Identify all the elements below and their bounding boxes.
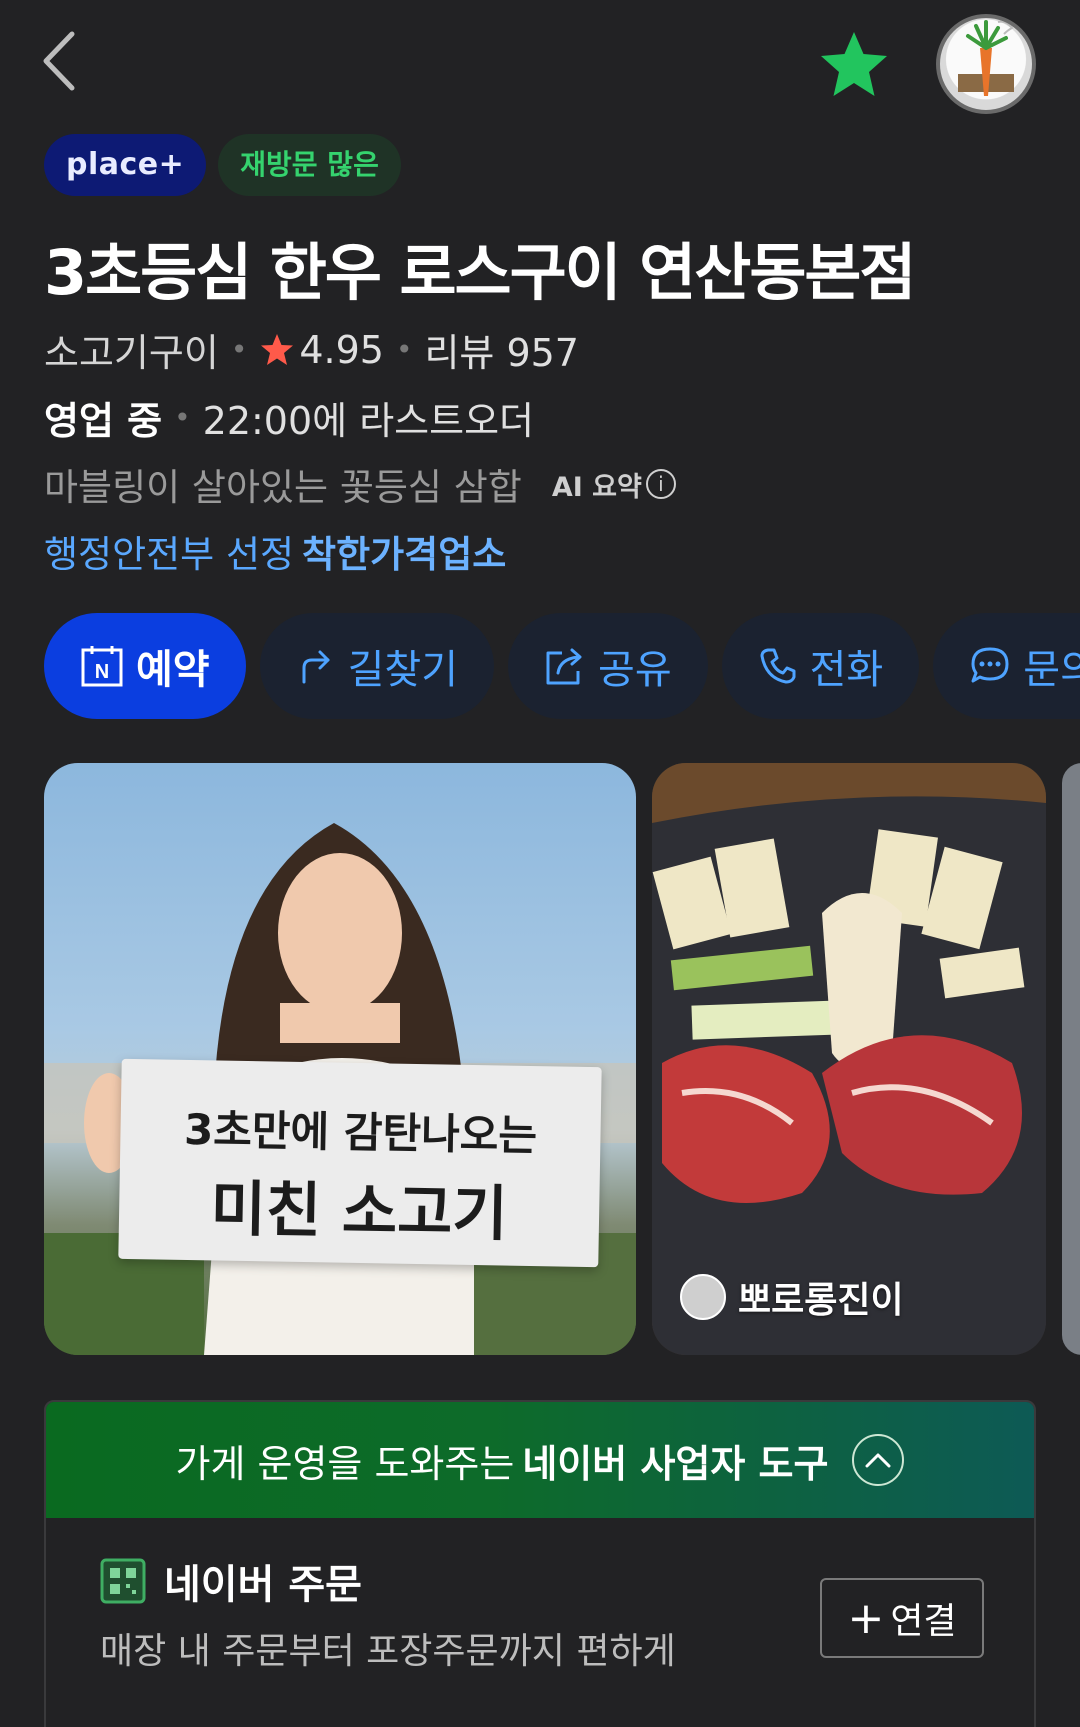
photo-food[interactable]: 뽀로롱진이 bbox=[652, 763, 1046, 1355]
profile-avatar[interactable] bbox=[936, 14, 1036, 114]
phone-label: 전화 bbox=[809, 647, 884, 693]
gov-certified-line[interactable]: 행정안전부 선정 착한가격업소 bbox=[44, 524, 506, 578]
last-order-time: 22:00에 라스트오더 bbox=[202, 399, 534, 443]
review-count-link[interactable]: 리뷰 957 bbox=[424, 322, 579, 377]
save-favorite-button[interactable] bbox=[814, 26, 894, 102]
separator-dot: • bbox=[174, 401, 191, 434]
directions-label: 길찾기 bbox=[347, 647, 459, 693]
open-status: 영업 중 bbox=[44, 399, 163, 443]
rating-value: 4.95 bbox=[299, 327, 384, 372]
category-label: 소고기구이 bbox=[44, 331, 219, 375]
chat-icon bbox=[971, 647, 1009, 683]
plus-icon: + bbox=[847, 1592, 885, 1644]
inquiry-label: 문의 bbox=[1023, 647, 1080, 693]
phone-button[interactable]: 전화 bbox=[721, 613, 920, 719]
gov-certified-prefix: 행정안전부 선정 bbox=[44, 533, 295, 576]
revisit-badge: 재방문 많은 bbox=[218, 134, 401, 196]
uploader-avatar bbox=[680, 1274, 726, 1320]
business-tools-header[interactable]: 가게 운영을 도와주는 네이버 사업자 도구 bbox=[46, 1402, 1034, 1518]
top-bar bbox=[0, 0, 1080, 125]
photo-uploader: 뽀로롱진이 bbox=[680, 1271, 904, 1323]
badge-row: place+ 재방문 많은 bbox=[44, 134, 401, 196]
place-name: 3초등심 한우 로스구이 연산동본점 bbox=[44, 236, 916, 309]
sign-line-1: 3초만에 감탄나오는 bbox=[183, 1104, 538, 1161]
info-icon[interactable]: i bbox=[645, 469, 676, 499]
naver-order-description: 매장 내 주문부터 포장주문까지 편하게 bbox=[100, 1631, 676, 1672]
business-tools-header-prefix: 가게 운영을 도와주는 bbox=[175, 1441, 515, 1486]
chevron-left-icon bbox=[43, 31, 75, 91]
inquiry-button[interactable]: 문의 bbox=[933, 613, 1080, 719]
share-label: 공유 bbox=[598, 647, 672, 693]
naver-booking-icon: N bbox=[81, 646, 123, 687]
back-button[interactable] bbox=[38, 26, 88, 96]
category-rating-line: 소고기구이 • 4.95 • 리뷰 957 bbox=[44, 322, 579, 377]
phone-icon bbox=[760, 648, 796, 684]
promo-sign: 3초만에 감탄나오는 미친 소고기 bbox=[118, 1058, 602, 1268]
connect-label: 연결 bbox=[890, 1601, 957, 1642]
reserve-button[interactable]: N 예약 bbox=[44, 613, 246, 719]
share-button[interactable]: 공유 bbox=[508, 613, 708, 719]
separator-dot: • bbox=[230, 333, 248, 366]
business-tools-panel: 가게 운영을 도와주는 네이버 사업자 도구 네이버 주문 매장 내 주문부터 … bbox=[44, 1400, 1036, 1727]
star-icon bbox=[821, 32, 887, 96]
reserve-label: 예약 bbox=[136, 647, 210, 693]
rating-star-icon bbox=[261, 333, 294, 365]
uploader-name: 뽀로롱진이 bbox=[738, 1280, 904, 1321]
sign-line-2: 미친 소고기 bbox=[210, 1174, 509, 1250]
separator-dot: • bbox=[395, 333, 413, 366]
action-button-row: N 예약 길찾기 공유 전화 문의 bbox=[44, 613, 1080, 719]
ai-summary-label[interactable]: AI 요약 i bbox=[552, 465, 676, 504]
qr-order-icon bbox=[100, 1558, 146, 1604]
place-plus-badge: place+ bbox=[44, 134, 207, 196]
photo-next-peek[interactable] bbox=[1062, 763, 1080, 1355]
connect-button[interactable]: + 연결 bbox=[820, 1578, 984, 1658]
ai-summary-text: 마블링이 살아있는 꽃등심 삼합 bbox=[44, 466, 522, 509]
business-tools-header-bold: 네이버 사업자 도구 bbox=[522, 1441, 829, 1486]
business-hours-line[interactable]: 영업 중 • 22:00에 라스트오더 bbox=[44, 390, 534, 445]
carrot-avatar-icon bbox=[958, 20, 1014, 96]
photo-promo[interactable]: 3초만에 감탄나오는 미친 소고기 bbox=[44, 763, 636, 1355]
directions-icon bbox=[302, 650, 330, 684]
good-price-badge: 착한가격업소 bbox=[302, 533, 507, 576]
share-icon bbox=[546, 648, 582, 685]
ai-summary-label-text: AI 요약 bbox=[551, 471, 642, 503]
naver-order-row: 네이버 주문 매장 내 주문부터 포장주문까지 편하게 + 연결 bbox=[46, 1518, 1034, 1727]
chevron-up-icon bbox=[865, 1453, 891, 1468]
ai-summary-line: 마블링이 살아있는 꽃등심 삼합 AI 요약 i bbox=[44, 457, 676, 511]
grilled-beef-photo-illustration bbox=[652, 763, 1046, 1355]
naver-order-title: 네이버 주문 bbox=[164, 1562, 362, 1608]
svg-text:N: N bbox=[95, 661, 109, 683]
directions-button[interactable]: 길찾기 bbox=[259, 613, 495, 719]
collapse-toggle[interactable] bbox=[852, 1434, 905, 1486]
